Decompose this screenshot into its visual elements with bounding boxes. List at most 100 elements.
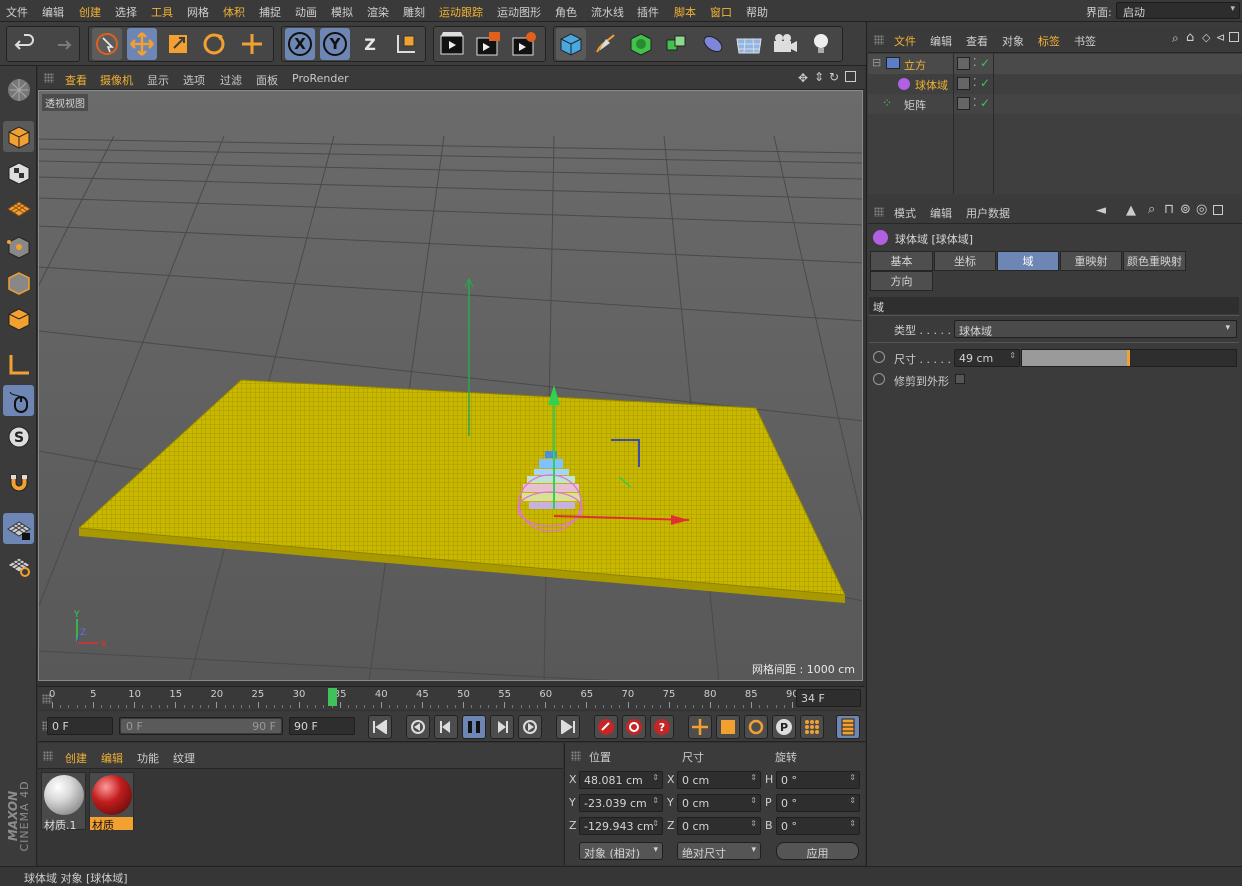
stepper-icon[interactable]: ⇕ bbox=[849, 773, 856, 782]
next-key-icon[interactable] bbox=[518, 715, 542, 739]
viewport-pan-icon[interactable]: ✥ bbox=[798, 71, 808, 85]
cube-object-icon[interactable] bbox=[556, 28, 586, 60]
object-name[interactable]: 矩阵 bbox=[904, 97, 926, 113]
recent-tool-icon[interactable] bbox=[237, 28, 267, 60]
snap-enable-icon[interactable] bbox=[3, 467, 34, 498]
timeline-ruler[interactable]: 0 5 10 15 20 25 30 35 40 45 50 55 60 65 70 75 80 85 90 34 … bbox=[38, 686, 865, 710]
texture-mode-icon[interactable] bbox=[3, 157, 34, 188]
object-menu-tags[interactable]: 标签 bbox=[1038, 33, 1060, 49]
stepper-icon[interactable]: ⇕ bbox=[1009, 351, 1016, 360]
material-swatch-selected[interactable]: 材质 bbox=[89, 772, 134, 832]
size-field[interactable]: 0 cm ⇕ bbox=[677, 817, 761, 835]
drag-handle-icon[interactable] bbox=[571, 751, 581, 761]
record-position-icon[interactable] bbox=[688, 715, 712, 739]
light-object-icon[interactable] bbox=[806, 28, 836, 60]
menu-animate[interactable]: 动画 bbox=[295, 4, 317, 20]
animate-radio-icon[interactable] bbox=[873, 373, 885, 385]
attr-menu-mode[interactable]: 模式 bbox=[894, 205, 916, 221]
object-menu-objects[interactable]: 对象 bbox=[1002, 33, 1024, 49]
drag-handle-icon[interactable] bbox=[874, 35, 884, 45]
attr-menu-userdata[interactable]: 用户数据 bbox=[966, 205, 1010, 221]
stepper-icon[interactable]: ⇕ bbox=[652, 796, 659, 805]
material-menu-function[interactable]: 功能 bbox=[137, 750, 159, 766]
position-field[interactable]: -23.039 cm ⇕ bbox=[579, 794, 663, 812]
end-frame-field[interactable]: 90 F bbox=[289, 717, 355, 735]
frame-range-slider[interactable]: 0 F 90 F bbox=[119, 717, 283, 735]
viewport-menu-view[interactable]: 查看 bbox=[65, 72, 87, 88]
record-point-level-icon[interactable] bbox=[800, 715, 824, 739]
start-frame-field[interactable]: 0 F bbox=[47, 717, 113, 735]
stepper-icon[interactable]: ⇕ bbox=[652, 773, 659, 782]
solo-mode-icon[interactable]: S bbox=[3, 421, 34, 452]
drag-handle-icon[interactable] bbox=[874, 207, 884, 217]
menu-simulate[interactable]: 模拟 bbox=[331, 4, 353, 20]
current-frame-field[interactable]: 34 F bbox=[796, 689, 861, 707]
timeline-window-icon[interactable] bbox=[836, 715, 860, 739]
viewport-maximize-icon[interactable] bbox=[845, 71, 856, 82]
coord-mode-select[interactable]: 对象 (相对) ▾ bbox=[579, 842, 663, 860]
menu-mograph[interactable]: 运动图形 bbox=[497, 4, 541, 20]
scale-tool-icon[interactable] bbox=[163, 28, 193, 60]
size-field[interactable]: 0 cm ⇕ bbox=[677, 794, 761, 812]
layer-visibility-icon[interactable] bbox=[957, 97, 970, 110]
viewport-rotate-icon[interactable]: ↻ bbox=[829, 70, 839, 84]
coord-size-mode-select[interactable]: 绝对尺寸 ▾ bbox=[677, 842, 761, 860]
previous-key-icon[interactable] bbox=[406, 715, 430, 739]
stepper-icon[interactable]: ⇕ bbox=[750, 819, 757, 828]
menu-window[interactable]: 窗口 bbox=[710, 4, 732, 20]
panel-maximize-icon[interactable] bbox=[1229, 32, 1239, 42]
play-pause-icon[interactable] bbox=[462, 715, 486, 739]
locked-workplane-icon[interactable] bbox=[3, 549, 34, 580]
menu-script[interactable]: 脚本 bbox=[674, 4, 696, 20]
field-type-select[interactable]: 球体域 ▾ bbox=[954, 320, 1237, 338]
editor-render-dots-icon[interactable]: ⁚ bbox=[973, 76, 977, 89]
polygons-mode-icon[interactable] bbox=[3, 303, 34, 334]
search-icon[interactable]: ⌕ bbox=[1148, 202, 1155, 217]
render-settings-icon[interactable] bbox=[509, 28, 539, 60]
object-menu-edit[interactable]: 编辑 bbox=[930, 33, 952, 49]
stepper-icon[interactable]: ⇕ bbox=[849, 796, 856, 805]
menu-plugins[interactable]: 插件 bbox=[637, 4, 659, 20]
panel-maximize-icon[interactable] bbox=[1213, 205, 1223, 215]
pen-spline-icon[interactable] bbox=[590, 28, 620, 60]
attr-tab[interactable]: 域 bbox=[997, 251, 1059, 271]
attr-tab[interactable]: 方向 bbox=[870, 271, 933, 291]
attr-tab[interactable]: 基本 bbox=[870, 251, 933, 271]
drag-handle-icon[interactable] bbox=[44, 73, 54, 83]
object-menu-view[interactable]: 查看 bbox=[966, 33, 988, 49]
menu-snap[interactable]: 捕捉 bbox=[259, 4, 281, 20]
axis-z-button[interactable]: Z bbox=[355, 28, 385, 60]
menu-render[interactable]: 渲染 bbox=[367, 4, 389, 20]
new-manager-icon[interactable]: ⊚ bbox=[1180, 202, 1191, 217]
layer-visibility-icon[interactable] bbox=[957, 77, 970, 90]
material-swatch[interactable]: 材质.1 bbox=[41, 772, 86, 832]
workplane-mode-icon[interactable] bbox=[3, 193, 34, 224]
menu-character[interactable]: 角色 bbox=[555, 4, 577, 20]
viewport-menu-display[interactable]: 显示 bbox=[147, 72, 169, 88]
axis-mode-icon[interactable] bbox=[3, 349, 34, 380]
attr-menu-edit[interactable]: 编辑 bbox=[930, 205, 952, 221]
enabled-check-icon[interactable]: ✓ bbox=[980, 96, 990, 110]
attr-tab[interactable]: 重映射 bbox=[1060, 251, 1122, 271]
object-menu-file[interactable]: 文件 bbox=[894, 33, 916, 49]
next-frame-icon[interactable] bbox=[490, 715, 514, 739]
previous-frame-icon[interactable] bbox=[434, 715, 458, 739]
nav-back-icon[interactable]: ⊲ bbox=[1216, 31, 1225, 44]
menu-mesh[interactable]: 网格 bbox=[187, 4, 209, 20]
size-field[interactable]: 49 cm ⇕ bbox=[954, 349, 1020, 367]
rotation-field[interactable]: 0 ° ⇕ bbox=[776, 771, 860, 789]
timeline-playhead[interactable] bbox=[327, 688, 337, 706]
object-name[interactable]: 立方 bbox=[904, 57, 926, 73]
undo-icon[interactable] bbox=[10, 28, 40, 60]
render-view-icon[interactable] bbox=[437, 28, 467, 60]
viewport-dolly-icon[interactable]: ⇕ bbox=[814, 70, 824, 84]
nav-up-icon[interactable]: ◇ bbox=[1202, 31, 1210, 44]
drag-handle-icon[interactable] bbox=[43, 751, 53, 761]
rotate-tool-icon[interactable] bbox=[199, 28, 229, 60]
position-field[interactable]: -129.943 cm ⇕ bbox=[579, 817, 663, 835]
object-menu-bookmarks[interactable]: 书签 bbox=[1074, 33, 1096, 49]
menu-file[interactable]: 文件 bbox=[6, 4, 28, 20]
position-field[interactable]: 48.081 cm ⇕ bbox=[579, 771, 663, 789]
material-menu-create[interactable]: 创建 bbox=[65, 750, 87, 766]
camera-object-icon[interactable] bbox=[770, 28, 800, 60]
